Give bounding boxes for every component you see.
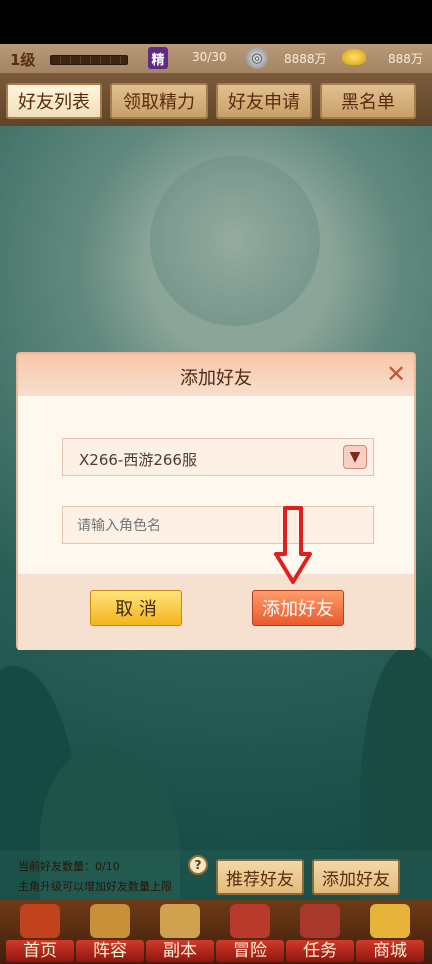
friend-tabs: 好友列表 领取精力 好友申请 黑名单 (0, 74, 432, 126)
add-friend-footer-button[interactable]: 添加好友 (312, 859, 400, 895)
gold-ingot-icon (342, 49, 366, 65)
tab-friend-requests[interactable]: 好友申请 (216, 83, 312, 119)
home-icon (20, 904, 60, 938)
nav-label-formation: 阵容 (76, 940, 144, 962)
upgrade-hint-text: 主角升级可以增加好友数量上限 (18, 880, 172, 893)
nav-label-shop: 商城 (356, 940, 424, 962)
annotation-arrow-icon (274, 506, 312, 584)
coin-icon: ◎ (246, 47, 268, 69)
add-friend-button[interactable]: 添加好友 (252, 590, 344, 626)
resource-bar: 1级 精 30/30 ◎ 8888万 888万 (0, 44, 432, 74)
nav-item-dungeon[interactable]: 副本 (146, 904, 214, 962)
bottom-navigation: 首页 阵容 副本 冒险 任务 商城 (0, 900, 432, 964)
nav-item-task[interactable]: 任务 (286, 904, 354, 962)
task-icon (300, 904, 340, 938)
nav-label-dungeon: 副本 (146, 940, 214, 962)
level-progress-bar (50, 55, 128, 65)
server-select[interactable]: X266-西游266服 ▼ (62, 438, 374, 476)
energy-value: 30/30 (192, 50, 227, 64)
dialog-body (18, 396, 414, 574)
player-level: 1级 (10, 51, 36, 69)
dungeon-icon (160, 904, 200, 938)
dialog-title: 添加好友 (180, 368, 252, 389)
help-icon[interactable]: ? (188, 855, 208, 875)
gold-value: 888万 (388, 52, 423, 66)
coins-value: 8888万 (284, 52, 327, 66)
dialog-footer (18, 574, 414, 650)
adventure-icon (230, 904, 270, 938)
nav-label-home: 首页 (6, 940, 74, 962)
chevron-down-icon[interactable]: ▼ (343, 445, 367, 469)
server-select-value: X266-西游266服 (79, 451, 197, 469)
top-black-bar (0, 0, 432, 44)
nav-item-shop[interactable]: 商城 (356, 904, 424, 962)
nav-label-adventure: 冒险 (216, 940, 284, 962)
recommend-friends-button[interactable]: 推荐好友 (216, 859, 304, 895)
energy-icon: 精 (148, 47, 168, 69)
shop-icon (370, 904, 410, 938)
friend-count-text: 当前好友数量：0/10 (18, 860, 120, 873)
nav-item-formation[interactable]: 阵容 (76, 904, 144, 962)
add-friend-dialog: 添加好友 ✕ X266-西游266服 ▼ 取 消 添加好友 (16, 352, 416, 650)
nav-item-home[interactable]: 首页 (6, 904, 74, 962)
nav-label-task: 任务 (286, 940, 354, 962)
tab-friend-list[interactable]: 好友列表 (6, 83, 102, 119)
formation-icon (90, 904, 130, 938)
cancel-button[interactable]: 取 消 (90, 590, 182, 626)
nav-item-adventure[interactable]: 冒险 (216, 904, 284, 962)
tab-blacklist[interactable]: 黑名单 (320, 83, 416, 119)
tab-claim-energy[interactable]: 领取精力 (110, 83, 208, 119)
role-name-input[interactable] (62, 506, 374, 544)
close-icon[interactable]: ✕ (384, 362, 408, 386)
